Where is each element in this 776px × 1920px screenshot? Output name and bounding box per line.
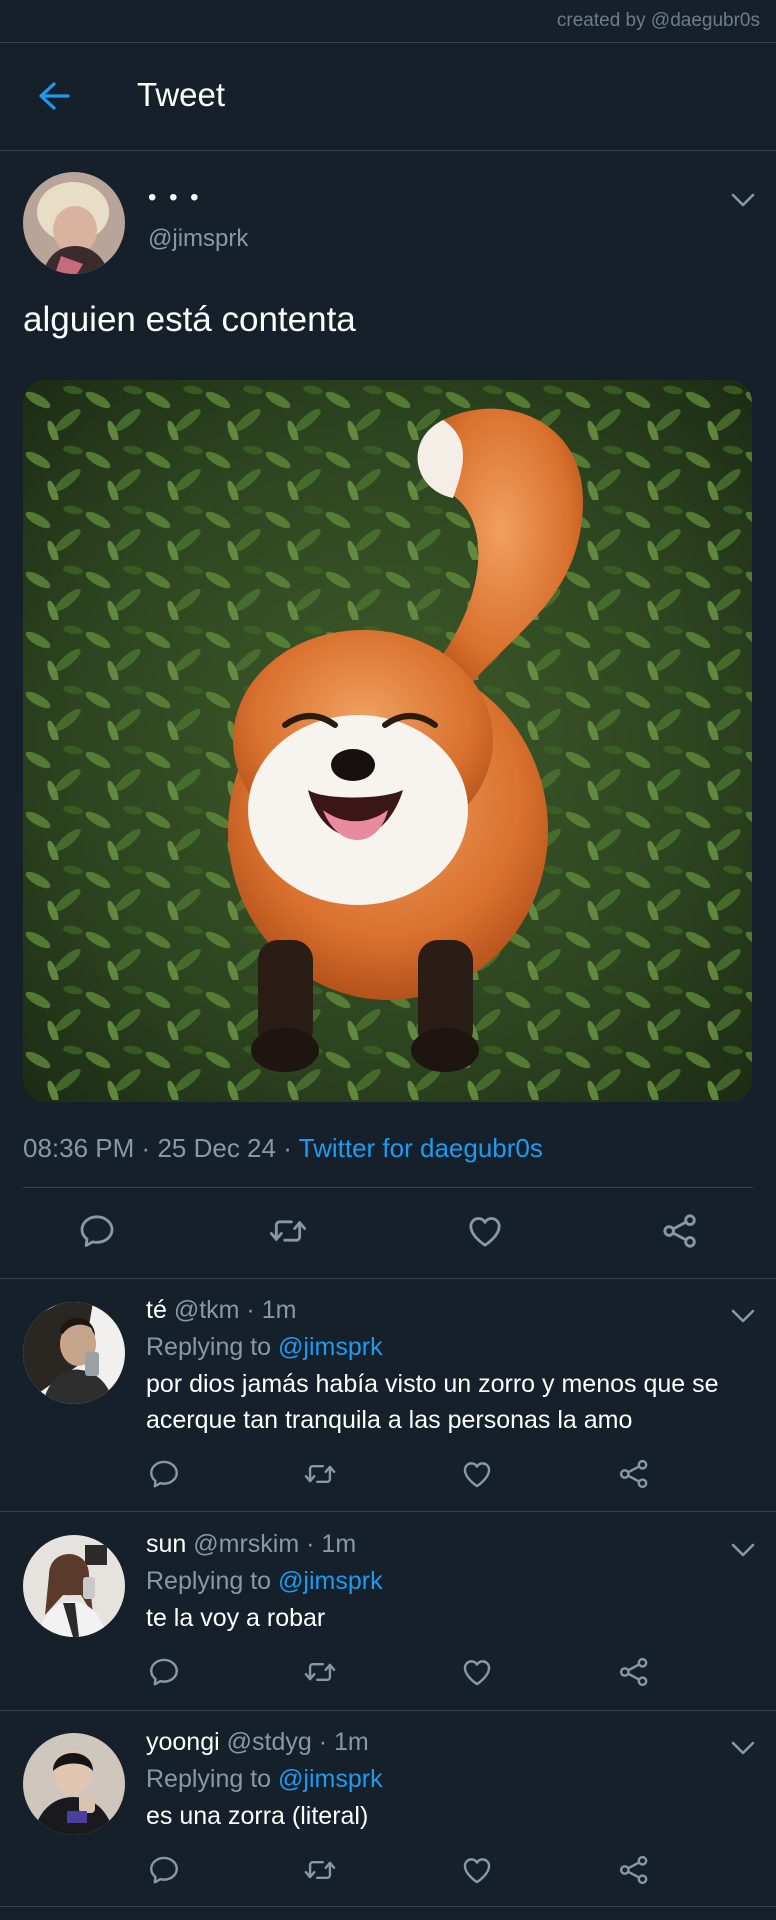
reply-author-handle[interactable]: @tkm xyxy=(174,1296,240,1324)
reply-header: sun @mrskim · 1m xyxy=(146,1530,356,1559)
heart-icon[interactable] xyxy=(465,1211,505,1251)
divider xyxy=(0,1278,776,1279)
credit-text: created by @daegubr0s xyxy=(556,10,760,31)
replying-to-handle[interactable]: @jimsprk xyxy=(278,1333,383,1361)
reply-author-handle[interactable]: @stdyg xyxy=(227,1728,312,1756)
chevron-down-icon[interactable] xyxy=(730,1542,756,1558)
author-handle[interactable]: @jimsprk xyxy=(148,225,248,253)
reply-text: te la voy a robar xyxy=(146,1604,326,1632)
heart-icon[interactable] xyxy=(460,1655,494,1689)
share-icon[interactable] xyxy=(617,1457,651,1491)
tweet-time: 08:36 PM xyxy=(23,1133,135,1163)
reply-author-name[interactable]: yoongi xyxy=(146,1728,220,1756)
tweet-source-link[interactable]: Twitter for daegubr0s xyxy=(299,1133,543,1163)
divider xyxy=(0,1710,776,1711)
speech-bubble-icon[interactable] xyxy=(147,1853,181,1887)
replying-to: Replying to @jimsprk xyxy=(146,1333,383,1362)
retweet-icon[interactable] xyxy=(268,1211,308,1251)
speech-bubble-icon[interactable] xyxy=(147,1457,181,1491)
replying-to-handle[interactable]: @jimsprk xyxy=(278,1765,383,1793)
divider xyxy=(0,1511,776,1512)
replying-to: Replying to @jimsprk xyxy=(146,1567,383,1596)
reply-author-name[interactable]: té xyxy=(146,1296,167,1324)
meta-separator: · xyxy=(246,1296,255,1324)
divider xyxy=(0,42,776,43)
meta-separator: · xyxy=(283,1133,292,1163)
replying-label: Replying to xyxy=(146,1765,272,1793)
heart-icon[interactable] xyxy=(460,1853,494,1887)
retweet-icon[interactable] xyxy=(303,1853,337,1887)
reply-header: té @tkm · 1m xyxy=(146,1296,296,1325)
reply-author-name[interactable]: sun xyxy=(146,1530,186,1558)
retweet-icon[interactable] xyxy=(303,1655,337,1689)
avatar[interactable] xyxy=(23,1302,125,1404)
arrow-left-icon[interactable] xyxy=(34,78,74,114)
author-name: • • • xyxy=(148,184,202,211)
meta-separator: · xyxy=(141,1133,151,1163)
speech-bubble-icon[interactable] xyxy=(77,1211,117,1251)
share-icon[interactable] xyxy=(617,1655,651,1689)
replying-label: Replying to xyxy=(146,1333,272,1361)
divider xyxy=(0,1906,776,1907)
avatar[interactable] xyxy=(23,172,125,274)
speech-bubble-icon[interactable] xyxy=(147,1655,181,1689)
tweet-meta: 08:36 PM · 25 Dec 24 · Twitter for daegu… xyxy=(23,1133,543,1164)
replying-label: Replying to xyxy=(146,1567,272,1595)
reply-text: por dios jamás había visto un zorro y me… xyxy=(146,1370,719,1434)
share-icon[interactable] xyxy=(660,1211,700,1251)
meta-separator: · xyxy=(306,1530,315,1558)
chevron-down-icon[interactable] xyxy=(730,1308,756,1324)
tweet-text: alguien está contenta xyxy=(23,300,356,339)
replying-to: Replying to @jimsprk xyxy=(146,1765,383,1794)
reply-header: yoongi @stdyg · 1m xyxy=(146,1728,369,1757)
reply-text: es una zorra (literal) xyxy=(146,1802,369,1830)
retweet-icon[interactable] xyxy=(303,1457,337,1491)
page-title: Tweet xyxy=(137,76,226,113)
avatar[interactable] xyxy=(23,1535,125,1637)
tweet-date: 25 Dec 24 xyxy=(157,1133,276,1163)
chevron-down-icon[interactable] xyxy=(730,1740,756,1756)
heart-icon[interactable] xyxy=(460,1457,494,1491)
tweet-photo[interactable] xyxy=(23,380,752,1102)
reply-time: 1m xyxy=(334,1728,369,1756)
divider xyxy=(23,1187,753,1188)
reply-time: 1m xyxy=(321,1530,357,1558)
chevron-down-icon[interactable] xyxy=(730,192,756,208)
divider xyxy=(0,150,776,151)
replying-to-handle[interactable]: @jimsprk xyxy=(278,1567,383,1595)
reply-author-handle[interactable]: @mrskim xyxy=(193,1530,299,1558)
meta-separator: · xyxy=(318,1728,328,1756)
avatar[interactable] xyxy=(23,1733,125,1835)
share-icon[interactable] xyxy=(617,1853,651,1887)
reply-time: 1m xyxy=(261,1296,297,1324)
